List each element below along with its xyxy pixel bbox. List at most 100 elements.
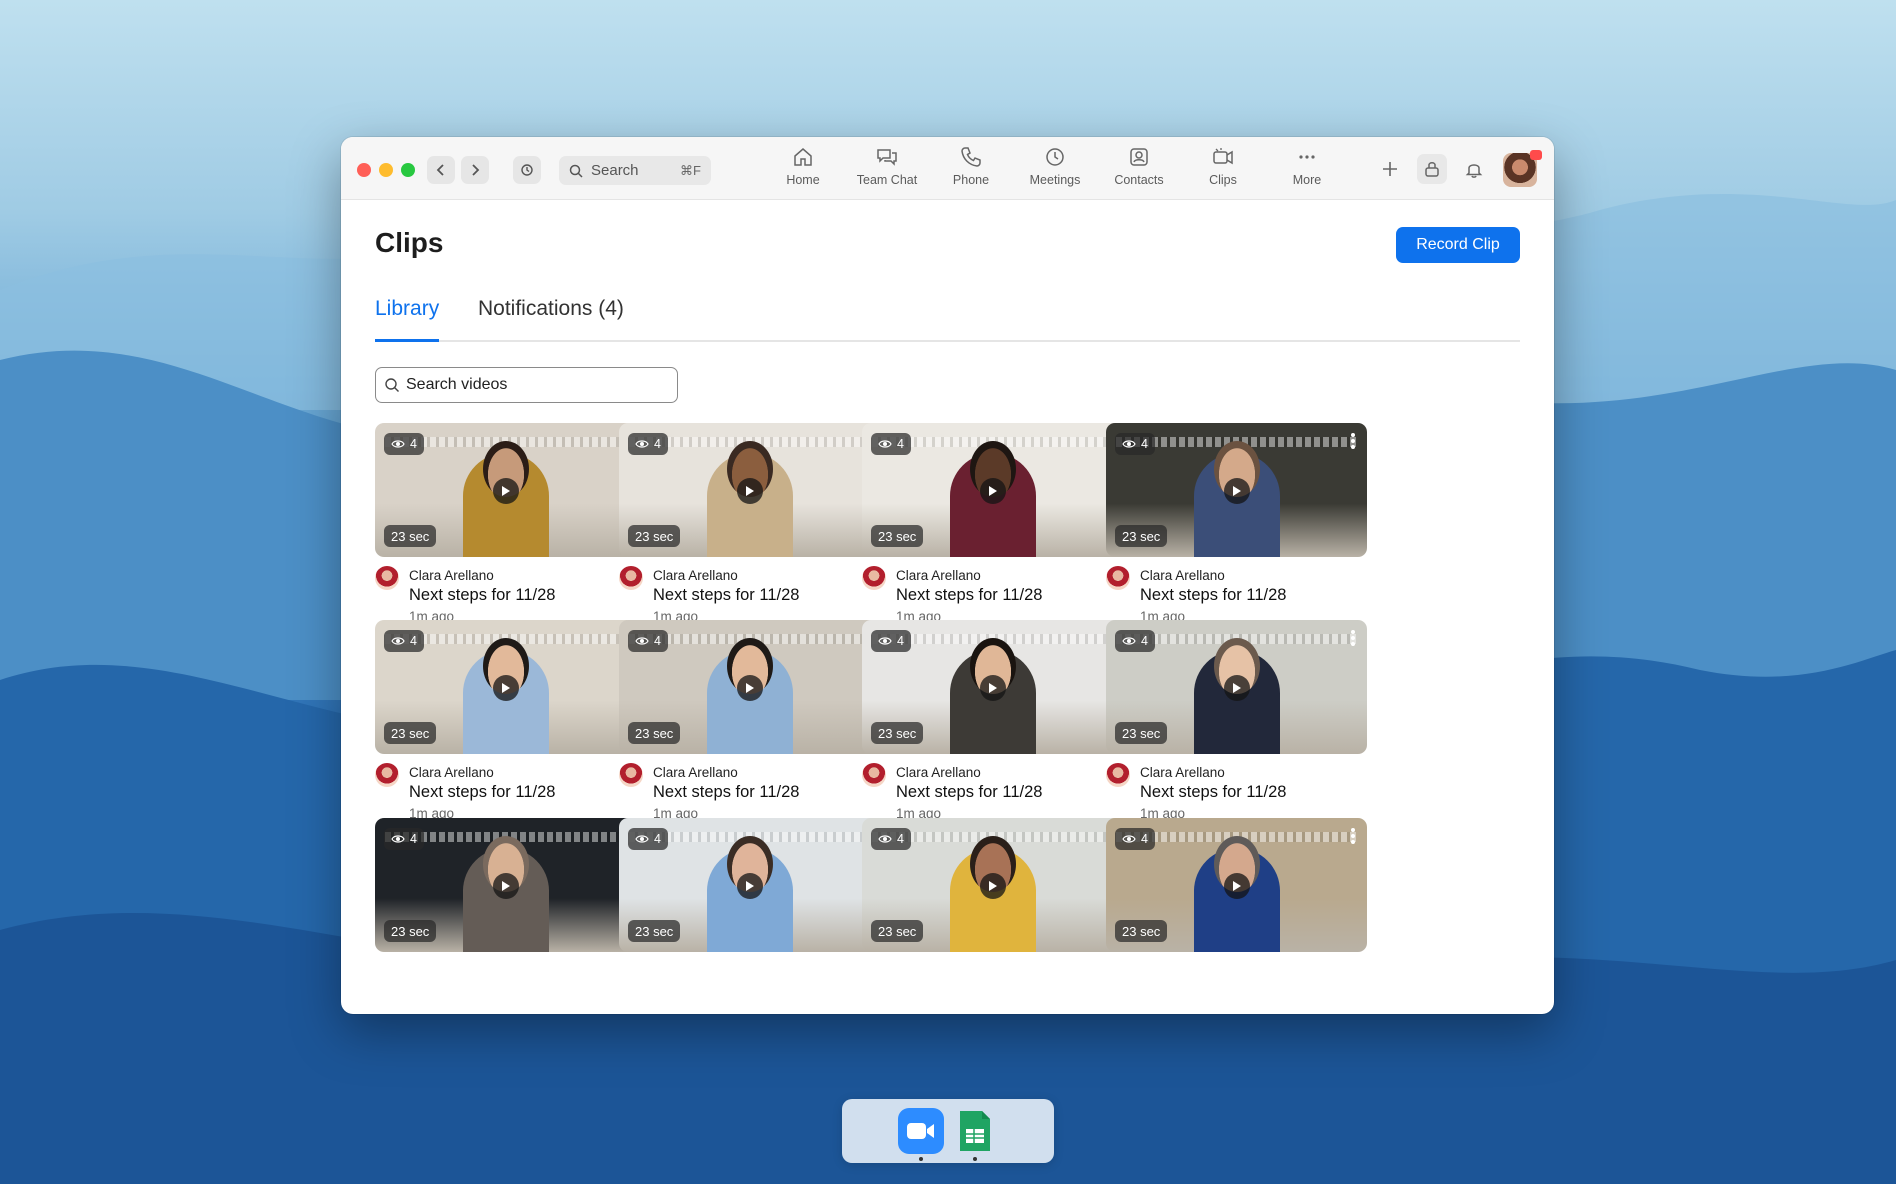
clip-card[interactable]: 4 23 sec Clara Arellano Next steps for 11/2… — [1106, 423, 1367, 643]
clip-card[interactable]: 4 23 sec Clara Arellano Next steps for 11/2… — [619, 423, 880, 643]
play-button[interactable] — [737, 675, 763, 701]
clip-title[interactable]: Next steps for 11/28 — [409, 783, 555, 802]
clip-card[interactable]: 4 23 sec — [619, 818, 880, 1014]
view-count-badge: 4 — [1115, 433, 1155, 455]
view-count: 4 — [1141, 832, 1148, 846]
owner-avatar — [619, 566, 643, 590]
eye-icon — [878, 440, 892, 448]
play-button[interactable] — [980, 675, 1006, 701]
clip-thumbnail[interactable]: 4 23 sec — [619, 423, 880, 557]
eye-icon — [635, 835, 649, 843]
clip-thumbnail[interactable]: 4 23 sec — [862, 423, 1123, 557]
clip-title[interactable]: Next steps for 11/28 — [653, 783, 799, 802]
play-button[interactable] — [980, 478, 1006, 504]
clip-menu-button[interactable] — [1351, 630, 1355, 646]
notifications-button[interactable] — [1459, 154, 1489, 184]
clip-thumbnail[interactable]: 4 23 sec — [1106, 818, 1367, 952]
clip-thumbnail[interactable]: 4 23 sec — [375, 818, 636, 952]
clip-owner: Clara Arellano — [409, 765, 494, 780]
clip-title[interactable]: Next steps for 11/28 — [1140, 586, 1286, 605]
clip-thumbnail[interactable]: 4 23 sec — [862, 818, 1123, 952]
play-icon — [502, 881, 510, 891]
play-button[interactable] — [1224, 873, 1250, 899]
play-button[interactable] — [493, 478, 519, 504]
view-count: 4 — [897, 634, 904, 648]
nav-team-chat-label: Team Chat — [856, 173, 918, 187]
play-icon — [502, 683, 510, 693]
nav-phone[interactable]: Phone — [929, 145, 1013, 193]
clip-thumbnail[interactable]: 4 23 sec — [375, 423, 636, 557]
tab-notifications[interactable]: Notifications (4) — [478, 297, 624, 342]
view-count: 4 — [1141, 437, 1148, 451]
clip-card[interactable]: 4 23 sec Clara Arellano Next steps for 11/2… — [375, 620, 636, 840]
play-button[interactable] — [1224, 675, 1250, 701]
history-button[interactable] — [513, 156, 541, 184]
clock-icon — [1046, 148, 1064, 166]
play-button[interactable] — [737, 873, 763, 899]
duration-badge: 23 sec — [1115, 920, 1168, 942]
whiteboard-button[interactable] — [1417, 154, 1447, 184]
view-count: 4 — [1141, 634, 1148, 648]
duration-badge: 23 sec — [384, 525, 437, 547]
clip-title[interactable]: Next steps for 11/28 — [896, 783, 1042, 802]
clip-card[interactable]: 4 23 sec Clara Arellano Next steps for 11/2… — [619, 620, 880, 840]
play-button[interactable] — [980, 873, 1006, 899]
clip-thumbnail[interactable]: 4 23 sec — [1106, 620, 1367, 754]
search-videos-placeholder: Search videos — [406, 376, 508, 393]
nav-meetings[interactable]: Meetings — [1013, 145, 1097, 193]
global-search-input[interactable]: Search ⌘F — [559, 156, 711, 185]
nav-clips[interactable]: Clips — [1181, 145, 1265, 193]
clip-thumbnail[interactable]: 4 23 sec — [619, 620, 880, 754]
eye-icon — [391, 440, 405, 448]
clip-title[interactable]: Next steps for 11/28 — [896, 586, 1042, 605]
clip-title[interactable]: Next steps for 11/28 — [409, 586, 555, 605]
view-count-badge: 4 — [384, 828, 424, 850]
spreadsheet-icon — [960, 1111, 990, 1151]
nav-home[interactable]: Home — [761, 145, 845, 193]
back-button[interactable] — [427, 156, 455, 184]
play-button[interactable] — [493, 675, 519, 701]
tab-bar: Library Notifications (4) — [375, 297, 1520, 342]
new-button[interactable] — [1375, 154, 1405, 184]
view-count: 4 — [654, 634, 661, 648]
clip-card[interactable]: 4 23 sec Clara Arellano Next steps for 11/2… — [862, 620, 1123, 840]
clip-thumbnail[interactable]: 4 23 sec — [375, 620, 636, 754]
sheets-app-icon[interactable] — [952, 1108, 998, 1154]
clip-thumbnail[interactable]: 4 23 sec — [862, 620, 1123, 754]
clip-card[interactable]: 4 23 sec Clara Arellano Next steps for 11/2… — [375, 423, 636, 643]
play-button[interactable] — [493, 873, 519, 899]
maximize-window-button[interactable] — [401, 163, 415, 177]
bell-icon — [1465, 164, 1483, 178]
clip-card[interactable]: 4 23 sec — [1106, 818, 1367, 1014]
clip-card[interactable]: 4 23 sec — [375, 818, 636, 1014]
clip-thumbnail[interactable]: 4 23 sec — [1106, 423, 1367, 557]
clip-card[interactable]: 4 23 sec — [862, 818, 1123, 1014]
profile-avatar[interactable] — [1503, 150, 1542, 187]
record-clip-button[interactable]: Record Clip — [1396, 227, 1520, 263]
clip-card[interactable]: 4 23 sec Clara Arellano Next steps for 11/2… — [862, 423, 1123, 643]
clip-card[interactable]: 4 23 sec Clara Arellano Next steps for 11/2… — [1106, 620, 1367, 840]
owner-avatar — [1106, 566, 1130, 590]
nav-team-chat[interactable]: Team Chat — [845, 145, 929, 193]
clip-menu-button[interactable] — [1351, 828, 1355, 844]
dock — [842, 1099, 1054, 1163]
zoom-app-icon[interactable] — [898, 1108, 944, 1154]
chevron-left-icon — [436, 164, 444, 176]
search-videos-input[interactable]: Search videos — [375, 367, 678, 403]
close-window-button[interactable] — [357, 163, 371, 177]
clip-menu-button[interactable] — [1351, 433, 1355, 449]
nav-more[interactable]: More — [1265, 145, 1349, 193]
duration-badge: 23 sec — [628, 525, 681, 547]
duration-badge: 23 sec — [871, 722, 924, 744]
tab-library[interactable]: Library — [375, 297, 440, 342]
clip-thumbnail[interactable]: 4 23 sec — [619, 818, 880, 952]
clip-title[interactable]: Next steps for 11/28 — [1140, 783, 1286, 802]
phone-icon — [961, 147, 981, 167]
minimize-window-button[interactable] — [379, 163, 393, 177]
forward-button[interactable] — [461, 156, 489, 184]
nav-contacts-label: Contacts — [1114, 173, 1164, 187]
nav-contacts[interactable]: Contacts — [1097, 145, 1181, 193]
clip-title[interactable]: Next steps for 11/28 — [653, 586, 799, 605]
play-button[interactable] — [1224, 478, 1250, 504]
play-button[interactable] — [737, 478, 763, 504]
